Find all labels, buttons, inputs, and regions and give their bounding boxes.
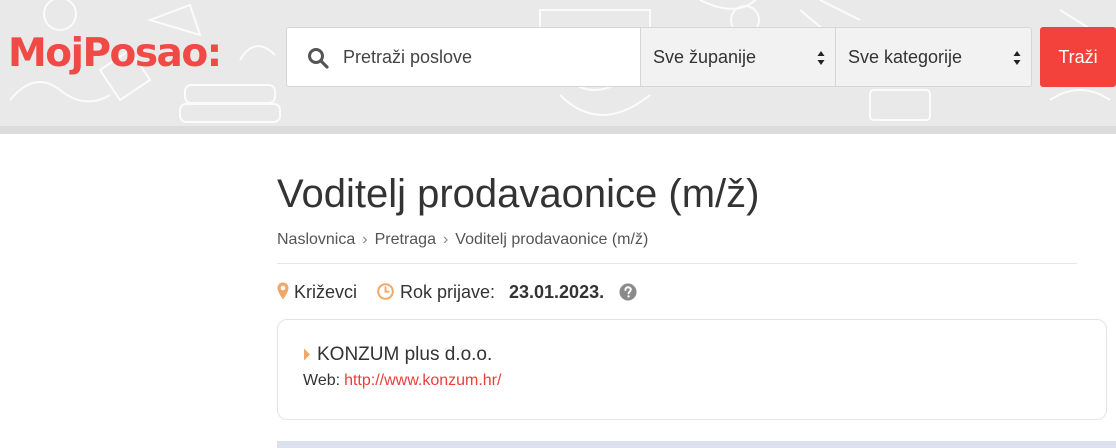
deadline-label: Rok prijave: <box>400 282 496 302</box>
county-select-value: Sve županije <box>653 46 757 67</box>
breadcrumb-current: Voditelj prodavaonice (m/ž) <box>455 231 649 248</box>
content-section-edge <box>277 441 1116 448</box>
search-box <box>286 27 640 87</box>
company-name-link[interactable]: KONZUM plus d.o.o. <box>317 344 492 366</box>
job-location: Križevci <box>294 282 358 302</box>
map-pin-icon <box>277 282 289 300</box>
page-title: Voditelj prodavaonice (m/ž) <box>277 172 760 216</box>
select-arrows-icon <box>817 51 825 65</box>
breadcrumb-separator: › <box>442 231 449 248</box>
breadcrumb-search-link[interactable]: Pretraga <box>375 231 436 248</box>
select-arrows-icon <box>1013 51 1021 65</box>
caret-right-icon <box>304 348 310 361</box>
breadcrumb-separator: › <box>362 231 368 248</box>
site-header: MojPosao: Sve županije Sve kategorije Tr… <box>0 0 1116 126</box>
web-label: Web: <box>303 372 341 389</box>
company-web-row: Web: http://www.konzum.hr/ <box>303 372 501 390</box>
category-select-value: Sve kategorije <box>848 46 963 67</box>
category-select[interactable]: Sve kategorije <box>836 27 1032 87</box>
search-button[interactable]: Traži <box>1040 27 1116 87</box>
clock-icon <box>377 283 394 300</box>
breadcrumb-home-link[interactable]: Naslovnica <box>277 231 355 248</box>
question-circle-icon[interactable] <box>619 283 637 301</box>
header-bottom-border <box>0 126 1116 134</box>
search-icon <box>308 48 329 69</box>
deadline-date: 23.01.2023. <box>509 282 605 302</box>
job-search-input[interactable] <box>343 28 633 86</box>
breadcrumb: Naslovnica › Pretraga › Voditelj prodavaonic… <box>277 231 648 249</box>
site-logo[interactable]: MojPosao: <box>8 31 222 76</box>
company-web-link[interactable]: http://www.konzum.hr/ <box>344 372 501 389</box>
title-divider <box>277 263 1077 264</box>
company-card: KONZUM plus d.o.o. Web: http://www.konzum… <box>277 319 1107 420</box>
county-select[interactable]: Sve županije <box>640 27 836 87</box>
